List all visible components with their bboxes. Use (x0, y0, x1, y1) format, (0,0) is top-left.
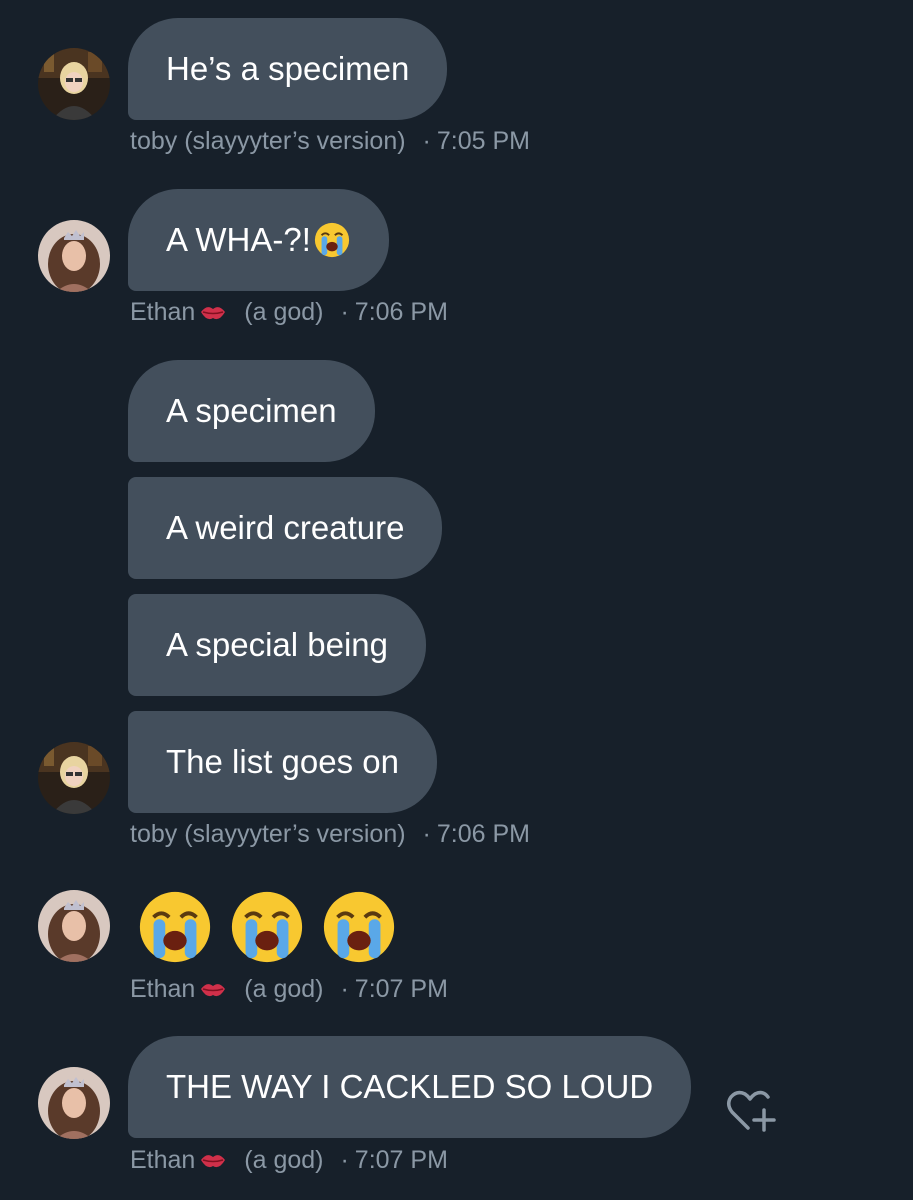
separator: · (340, 975, 349, 1003)
loudly-crying-face-icon (231, 891, 303, 963)
message-text: A special being (166, 626, 388, 663)
message-bubble[interactable]: A specimen (128, 360, 375, 462)
message-bubble[interactable]: A WHA-?! (128, 189, 389, 291)
avatar-toby[interactable] (38, 742, 110, 814)
emoji-message[interactable] (136, 888, 398, 966)
message-text: A WHA-?! (166, 221, 311, 258)
sender-name[interactable]: toby (slayyyter’s version) (130, 820, 406, 848)
message-meta: Ethan (a god) · 7:06 PM (130, 298, 448, 327)
message-text: A weird creature (166, 509, 405, 546)
separator: · (422, 820, 431, 848)
message-bubble[interactable]: A special being (128, 594, 426, 696)
loudly-crying-face-icon (323, 891, 395, 963)
message-meta: toby (slayyyter’s version) · 7:06 PM (130, 820, 530, 849)
loudly-crying-face-icon (139, 891, 211, 963)
sender-name[interactable]: Ethan (130, 1146, 195, 1174)
message-meta: Ethan (a god) · 7:07 PM (130, 975, 448, 1004)
kiss-mark-icon (201, 984, 226, 997)
message-text: THE WAY I CACKLED SO LOUD (166, 1068, 654, 1105)
message-text: The list goes on (166, 743, 399, 780)
separator: · (340, 298, 349, 326)
message-text: He’s a specimen (166, 50, 410, 87)
sender-name[interactable]: Ethan (130, 298, 195, 326)
avatar-ethan[interactable] (38, 1067, 110, 1139)
timestamp: 7:06 PM (354, 298, 448, 326)
message-bubble[interactable]: He’s a specimen (128, 18, 448, 120)
kiss-mark-icon (201, 1155, 226, 1168)
message-meta: Ethan (a god) · 7:07 PM (130, 1146, 448, 1175)
message-bubble[interactable]: THE WAY I CACKLED SO LOUD (128, 1036, 692, 1138)
avatar-ethan[interactable] (38, 220, 110, 292)
separator: · (340, 1146, 349, 1174)
sender-name[interactable]: Ethan (130, 975, 195, 1003)
message-meta: toby (slayyyter’s version) · 7:05 PM (130, 127, 530, 156)
sender-suffix: (a god) (244, 1146, 324, 1174)
loudly-crying-face-icon (314, 222, 349, 258)
message-bubble[interactable]: A weird creature (128, 477, 443, 579)
timestamp: 7:06 PM (436, 820, 530, 848)
timestamp: 7:07 PM (354, 975, 448, 1003)
timestamp: 7:05 PM (436, 127, 530, 155)
avatar-toby[interactable] (38, 48, 110, 120)
message-text: A specimen (166, 392, 337, 429)
sender-suffix: (a god) (244, 298, 324, 326)
timestamp: 7:07 PM (354, 1146, 448, 1174)
kiss-mark-icon (201, 307, 226, 320)
message-bubble[interactable]: The list goes on (128, 711, 437, 813)
separator: · (422, 127, 431, 155)
sender-name[interactable]: toby (slayyyter’s version) (130, 127, 406, 155)
sender-suffix: (a god) (244, 975, 324, 1003)
avatar-ethan[interactable] (38, 890, 110, 962)
heart-plus-icon[interactable] (726, 1088, 778, 1134)
